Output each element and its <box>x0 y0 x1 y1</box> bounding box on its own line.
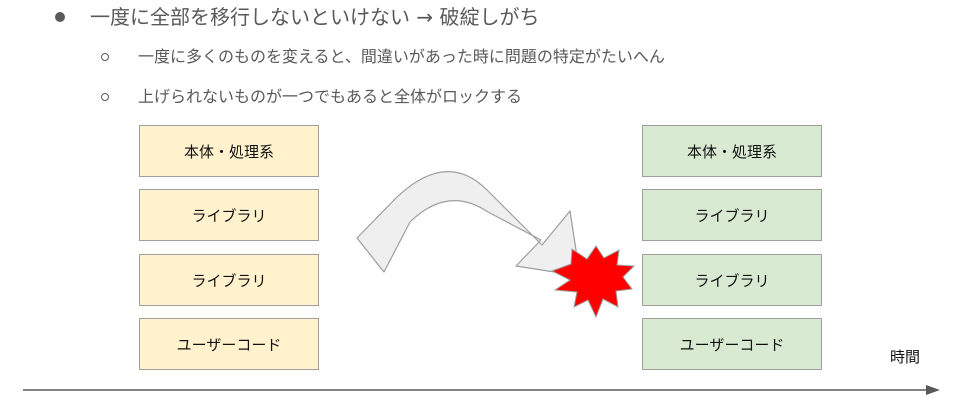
migration-arrow-icon <box>356 171 581 277</box>
diagram-graphics <box>23 171 940 395</box>
timeline-arrowhead-icon <box>926 385 940 395</box>
timeline-label: 時間 <box>890 348 921 366</box>
